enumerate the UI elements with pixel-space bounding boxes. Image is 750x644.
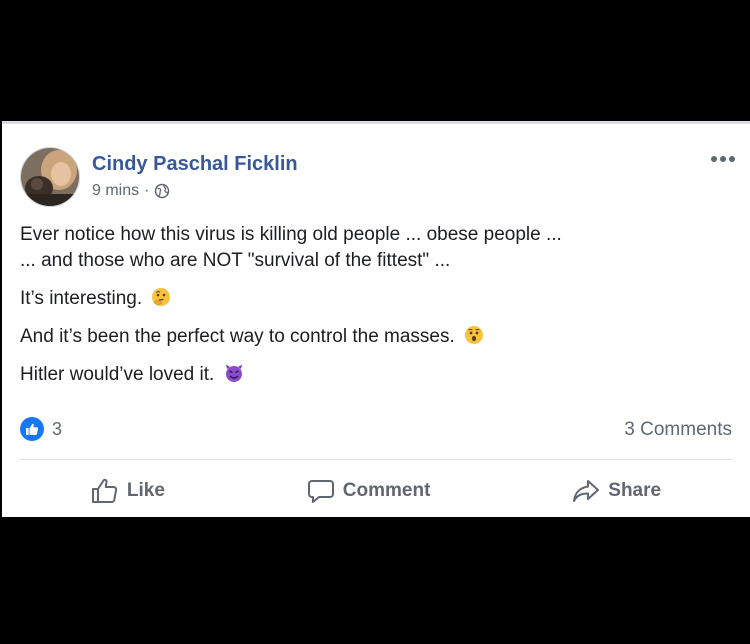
facebook-post-card: Cindy Paschal Ficklin 9 mins · Ever noti… <box>2 121 750 517</box>
like-label: Like <box>126 480 165 501</box>
globe-icon[interactable] <box>154 183 170 199</box>
more-options-icon[interactable] <box>710 154 736 164</box>
comment-label: Comment <box>342 480 431 501</box>
meta-separator: · <box>144 182 150 199</box>
like-reaction-icon <box>20 417 44 441</box>
post-text: Hitler would’ve loved it. <box>20 364 215 385</box>
post-text: It’s interesting. <box>20 288 143 309</box>
smiling-devil-emoji <box>225 364 242 382</box>
thumbs-up-icon <box>26 423 39 435</box>
post-line: And it’s been the perfect way to control… <box>20 324 735 350</box>
reactions-summary[interactable]: 3 <box>20 417 62 441</box>
post-timestamp[interactable]: 9 mins <box>92 182 139 200</box>
post-line: It’s interesting. <box>20 286 735 312</box>
comment-button[interactable]: Comment <box>307 478 431 504</box>
author-avatar[interactable] <box>20 147 80 207</box>
avatar-photo <box>21 148 79 206</box>
like-button[interactable]: Like <box>91 478 165 504</box>
post-action-bar: Like Comment Share <box>20 474 732 508</box>
thinking-face-emoji <box>152 288 171 306</box>
reaction-count: 3 <box>52 418 63 439</box>
post-line: Ever notice how this virus is killing ol… <box>20 222 735 248</box>
post-meta: 9 mins · <box>92 182 170 200</box>
comment-icon <box>307 480 334 503</box>
author-name-link[interactable]: Cindy Paschal Ficklin <box>92 153 298 176</box>
post-text: And it’s been the perfect way to control… <box>20 326 455 347</box>
post-line: ... and those who are NOT "survival of t… <box>20 248 735 274</box>
comments-count-link[interactable]: 3 Comments <box>624 419 732 441</box>
post-body: Ever notice how this virus is killing ol… <box>20 222 735 400</box>
share-label: Share <box>608 480 662 501</box>
hushed-face-emoji <box>465 326 484 344</box>
actions-divider <box>20 459 732 460</box>
like-icon <box>91 478 118 503</box>
share-button[interactable]: Share <box>572 478 661 504</box>
post-text: Ever notice how this virus is killing ol… <box>20 224 562 245</box>
post-text: ... and those who are NOT "survival of t… <box>20 250 451 271</box>
post-line: Hitler would’ve loved it. <box>20 362 735 388</box>
share-icon <box>573 480 600 502</box>
